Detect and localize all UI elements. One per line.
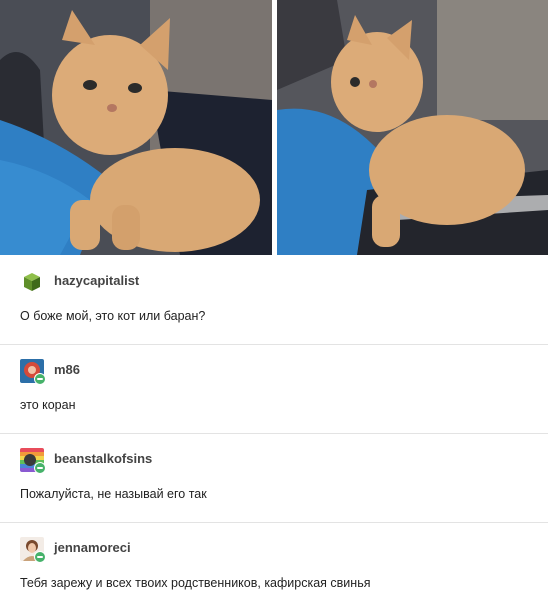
reblog-post-3: beanstalkofsins Пожалуйста, не называй е… [0, 434, 548, 523]
reblog-post-1: hazycapitalist О боже мой, это кот или б… [0, 256, 548, 345]
post-text: это коран [20, 398, 76, 412]
follow-badge-icon[interactable] [34, 373, 46, 385]
username[interactable]: jennamoreci [54, 540, 131, 555]
username[interactable]: beanstalkofsins [54, 451, 152, 466]
kitten-illustration-left [0, 0, 272, 255]
follow-badge-icon[interactable] [34, 462, 46, 474]
kitten-illustration-right [276, 0, 548, 255]
follow-badge-icon[interactable] [34, 551, 46, 563]
photo-strip [0, 0, 548, 255]
reblog-post-4: jennamoreci Тебя зарежу и всех твоих род… [0, 523, 548, 594]
kitten-photo-right [276, 0, 548, 255]
post-text: Пожалуйста, не называй его так [20, 487, 207, 501]
kitten-photo-left [0, 0, 272, 255]
avatar[interactable] [20, 270, 44, 294]
username[interactable]: m86 [54, 362, 80, 377]
reblog-post-2: m86 это коран [0, 345, 548, 434]
post-text: О боже мой, это кот или баран? [20, 309, 206, 323]
green-box-icon [20, 270, 44, 294]
post-text: Тебя зарежу и всех твоих родственников, … [20, 576, 371, 590]
username[interactable]: hazycapitalist [54, 273, 139, 288]
